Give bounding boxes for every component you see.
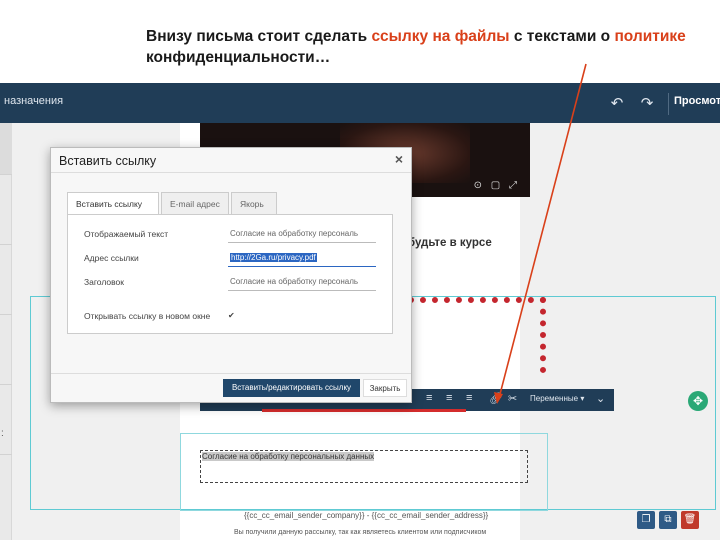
left-sidebar: : bbox=[0, 123, 12, 540]
trash-icon[interactable]: 🗑︎ bbox=[681, 511, 699, 529]
link-form-panel: Отображаемый текст Согласие на обработку… bbox=[67, 214, 393, 334]
sidebar-item[interactable] bbox=[0, 333, 12, 385]
copy-icon[interactable]: ❐ bbox=[637, 511, 655, 529]
sidebar-item[interactable] bbox=[0, 193, 12, 245]
slide-caption: Внизу письма стоит сделать ссылку на фай… bbox=[146, 26, 706, 68]
title-field[interactable]: Согласие на обработку персональ bbox=[228, 275, 376, 291]
course-heading: будьте в курсе bbox=[408, 237, 492, 249]
title-label: Заголовок bbox=[84, 277, 124, 287]
preview-button[interactable]: Просмотр bbox=[674, 95, 720, 107]
dialog-divider bbox=[51, 172, 411, 173]
chevron-down-icon[interactable]: ⌄ bbox=[596, 392, 605, 405]
link-icon[interactable]: 🔗︎ bbox=[489, 392, 503, 405]
tab-email-address[interactable]: E-mail адрес bbox=[161, 192, 229, 215]
editor-title: назначения bbox=[4, 95, 64, 107]
caption-part-2: с текстами о bbox=[509, 28, 615, 45]
caption-part-3: конфиденциальности… bbox=[146, 49, 331, 66]
footer-text: Вы получили данную рассылку, так как явл… bbox=[234, 529, 487, 536]
close-icon[interactable]: × bbox=[395, 151, 403, 167]
selected-text[interactable]: Согласие на обработку персональных данны… bbox=[202, 452, 375, 461]
align-right-icon[interactable]: ≡ bbox=[446, 392, 452, 404]
align-justify-icon[interactable]: ≡ bbox=[466, 392, 472, 404]
caption-highlight-1: ссылку на файлы bbox=[371, 28, 510, 45]
align-center-icon[interactable]: ≡ bbox=[426, 392, 432, 404]
merge-tags-line: {{cc_cc_email_sender_company}} - {{cc_cc… bbox=[244, 511, 489, 520]
unlink-icon[interactable]: ✂ bbox=[508, 392, 517, 405]
url-field[interactable]: http://2Ga.ru/privacy.pdf bbox=[228, 251, 376, 267]
url-label: Адрес ссылки bbox=[84, 253, 139, 263]
text-block[interactable]: Согласие на обработку персональных данны… bbox=[200, 450, 528, 483]
sidebar-item[interactable] bbox=[0, 123, 12, 175]
video-controls-icon[interactable]: ⊙ ▢ ⤢ bbox=[474, 180, 520, 191]
topbar-divider bbox=[668, 93, 669, 115]
duplicate-icon[interactable]: ⧉ bbox=[659, 511, 677, 529]
move-icon[interactable]: ✥ bbox=[688, 391, 708, 411]
caption-part-1: Внизу письма стоит сделать bbox=[146, 28, 372, 45]
close-dialog-button[interactable]: Закрыть bbox=[363, 379, 407, 397]
editor-topbar: назначения ↶ ↷ Просмотр bbox=[0, 83, 720, 123]
caption-highlight-2: политике bbox=[614, 28, 686, 45]
variables-label: Переменные bbox=[530, 394, 579, 403]
highlight-dotted-frame bbox=[396, 297, 546, 373]
display-text-field[interactable]: Согласие на обработку персональ bbox=[228, 227, 376, 243]
button-block-bar bbox=[262, 409, 466, 412]
undo-icon[interactable]: ↶ bbox=[603, 93, 631, 115]
dialog-title: Вставить ссылку bbox=[59, 154, 157, 168]
sidebar-ellipsis-icon: : bbox=[1, 428, 4, 439]
display-text-label: Отображаемый текст bbox=[84, 229, 169, 239]
new-window-label: Открывать ссылку в новом окне bbox=[84, 311, 211, 321]
tab-insert-link[interactable]: Вставить ссылку bbox=[67, 192, 159, 215]
variables-dropdown[interactable]: Переменные ▾ bbox=[530, 394, 584, 403]
new-window-checkbox[interactable]: ✔ bbox=[228, 311, 235, 320]
insert-link-button[interactable]: Вставить/редактировать ссылку bbox=[223, 379, 360, 397]
dialog-footer-divider bbox=[51, 373, 411, 374]
sidebar-item[interactable] bbox=[0, 263, 12, 315]
redo-icon[interactable]: ↷ bbox=[633, 93, 661, 115]
insert-link-dialog: Вставить ссылку × Вставить ссылку E-mail… bbox=[50, 147, 412, 403]
tab-anchor[interactable]: Якорь bbox=[231, 192, 277, 215]
url-value: http://2Ga.ru/privacy.pdf bbox=[230, 253, 317, 262]
